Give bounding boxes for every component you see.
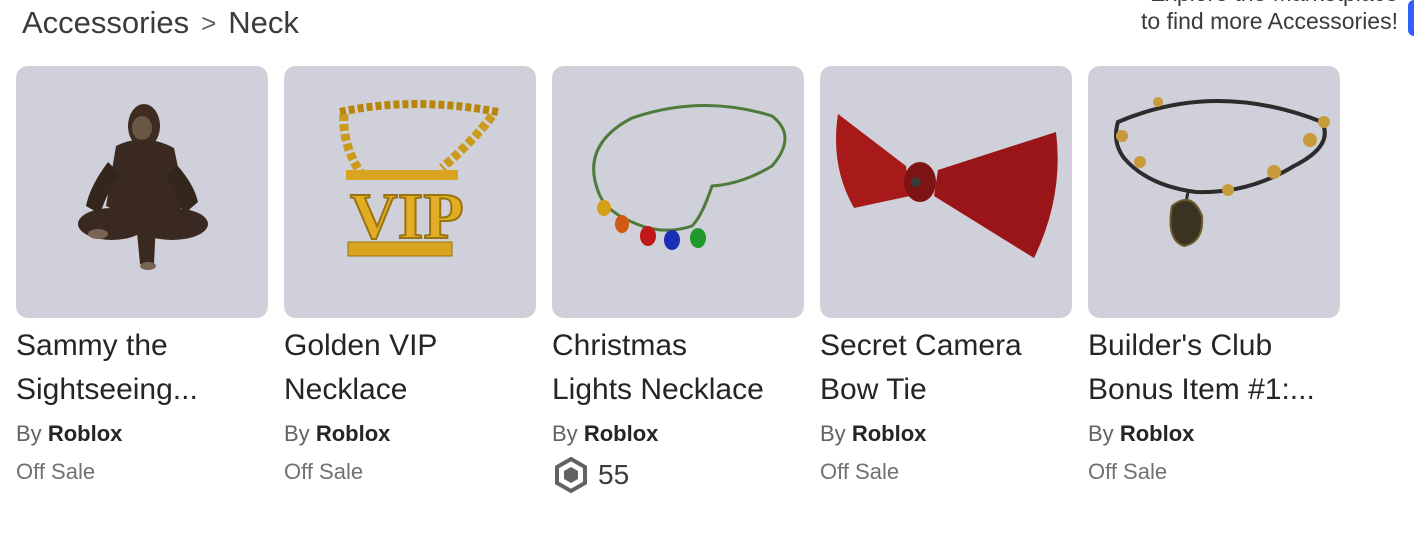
item-price: Off Sale <box>16 459 96 484</box>
item-card[interactable]: VIP Golden VIP Necklace By Roblox Off Sa… <box>284 66 536 494</box>
bow-tie-icon <box>836 114 1058 258</box>
vip-chain-icon: VIP <box>339 100 499 257</box>
marketplace-promo[interactable]: Explore the Marketplace to find more Acc… <box>978 0 1398 44</box>
item-name[interactable]: Sammy the Sightseeing... <box>16 324 268 412</box>
creator-link[interactable]: Roblox <box>316 421 391 446</box>
robux-icon <box>555 456 587 494</box>
item-card[interactable]: Builder's Club Bonus Item #1:... By Robl… <box>1088 66 1340 494</box>
promo-text-line2: to find more Accessories! <box>1141 8 1398 34</box>
item-price: Off Sale <box>1088 459 1168 484</box>
item-name[interactable]: Christmas Lights Necklace <box>552 324 804 412</box>
item-creator: By Roblox <box>16 421 123 446</box>
breadcrumb-current: Neck <box>228 5 299 40</box>
item-name[interactable]: Secret Camera Bow Tie <box>820 324 1072 412</box>
item-thumbnail[interactable]: VIP <box>284 66 536 318</box>
creator-link[interactable]: Roblox <box>48 421 123 446</box>
christmas-lights-icon <box>592 103 787 250</box>
item-price: Off Sale <box>284 459 364 484</box>
item-card[interactable]: Secret Camera Bow Tie By Roblox Off Sale <box>820 66 1072 494</box>
creator-link[interactable]: Roblox <box>852 421 927 446</box>
item-card[interactable]: Christmas Lights Necklace By Roblox 55 <box>552 66 804 494</box>
item-name[interactable]: Builder's Club Bonus Item #1:... <box>1088 324 1340 412</box>
pendant-necklace-icon <box>1114 97 1330 248</box>
item-thumbnail[interactable] <box>820 66 1072 318</box>
item-grid: Sammy the Sightseeing... By Roblox Off S… <box>16 66 1340 494</box>
item-creator: By Roblox <box>820 421 927 446</box>
item-creator: By Roblox <box>1088 421 1195 446</box>
breadcrumb: Accessories > Neck <box>22 2 299 44</box>
item-creator: By Roblox <box>552 421 659 446</box>
item-thumbnail[interactable] <box>552 66 804 318</box>
item-card[interactable]: Sammy the Sightseeing... By Roblox Off S… <box>16 66 268 494</box>
item-thumbnail[interactable] <box>1088 66 1340 318</box>
breadcrumb-separator: > <box>201 7 217 38</box>
bigfoot-figure-icon <box>78 104 208 270</box>
item-price: Off Sale <box>820 459 900 484</box>
item-creator: By Roblox <box>284 421 391 446</box>
creator-link[interactable]: Roblox <box>1120 421 1195 446</box>
promo-panel-edge <box>1408 0 1414 36</box>
item-thumbnail[interactable] <box>16 66 268 318</box>
item-name[interactable]: Golden VIP Necklace <box>284 324 536 412</box>
item-price: 55 <box>552 456 804 494</box>
breadcrumb-parent-link[interactable]: Accessories <box>22 5 189 41</box>
creator-link[interactable]: Roblox <box>584 421 659 446</box>
